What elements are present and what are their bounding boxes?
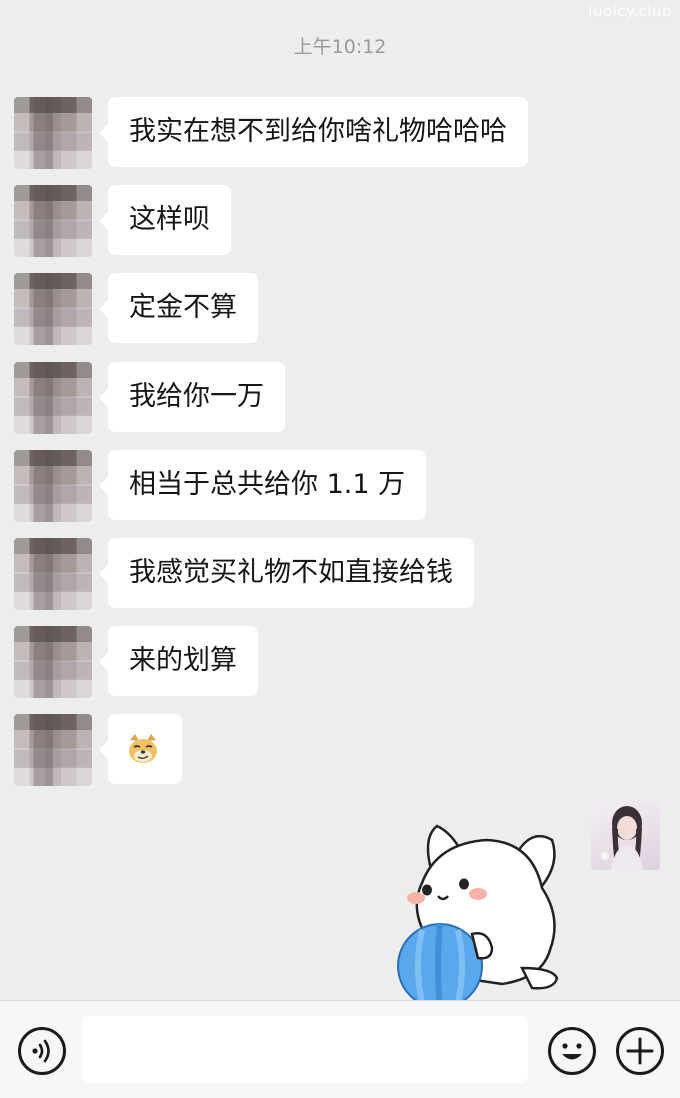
contact-avatar[interactable] <box>14 714 92 786</box>
message-input[interactable] <box>82 1016 528 1082</box>
message-bubble[interactable] <box>99 714 182 784</box>
message-row: 我感觉买礼物不如直接给钱 <box>0 538 680 618</box>
contact-avatar[interactable] <box>14 185 92 257</box>
message-row: 来的划算 <box>0 626 680 706</box>
contact-avatar[interactable] <box>14 273 92 345</box>
message-row: 定金不算 <box>0 273 680 353</box>
contact-avatar[interactable] <box>14 362 92 434</box>
cat-sticker[interactable] <box>392 818 572 1009</box>
message-row <box>0 714 680 794</box>
message-bubble[interactable]: 定金不算 <box>99 273 258 343</box>
contact-avatar[interactable] <box>14 626 92 698</box>
doge-emoji-icon <box>129 734 157 763</box>
message-timestamp: 上午10:12 <box>293 36 387 58</box>
self-avatar[interactable] <box>591 801 660 870</box>
more-button[interactable] <box>616 1027 664 1075</box>
message-row: 相当于总共给你 1.1 万 <box>0 450 680 530</box>
message-row: 这样呗 <box>0 185 680 265</box>
input-bar <box>0 1000 680 1098</box>
self-avatar-image <box>601 806 643 870</box>
smiley-icon <box>562 1043 582 1060</box>
message-row: 我给你一万 <box>0 362 680 442</box>
message-row: 我实在想不到给你啥礼物哈哈哈 <box>0 97 680 177</box>
message-bubble[interactable]: 我感觉买礼物不如直接给钱 <box>99 538 474 608</box>
message-bubble[interactable]: 相当于总共给你 1.1 万 <box>98 450 427 520</box>
message-bubble[interactable]: 我实在想不到给你啥礼物哈哈哈 <box>99 97 528 167</box>
plus-icon <box>626 1037 654 1065</box>
contact-avatar[interactable] <box>14 538 92 610</box>
watermark: luolcy.club <box>588 2 672 20</box>
message-bubble[interactable]: 我给你一万 <box>99 362 285 432</box>
message-bubble[interactable]: 来的划算 <box>99 626 258 696</box>
voice-icon <box>32 1039 50 1063</box>
message-bubble[interactable]: 这样呗 <box>99 185 231 255</box>
cat-with-ball-sticker-icon <box>397 824 559 1009</box>
contact-avatar[interactable] <box>14 97 92 169</box>
emoji-button[interactable] <box>548 1027 596 1075</box>
contact-avatar[interactable] <box>14 450 92 522</box>
voice-button[interactable] <box>18 1027 66 1075</box>
